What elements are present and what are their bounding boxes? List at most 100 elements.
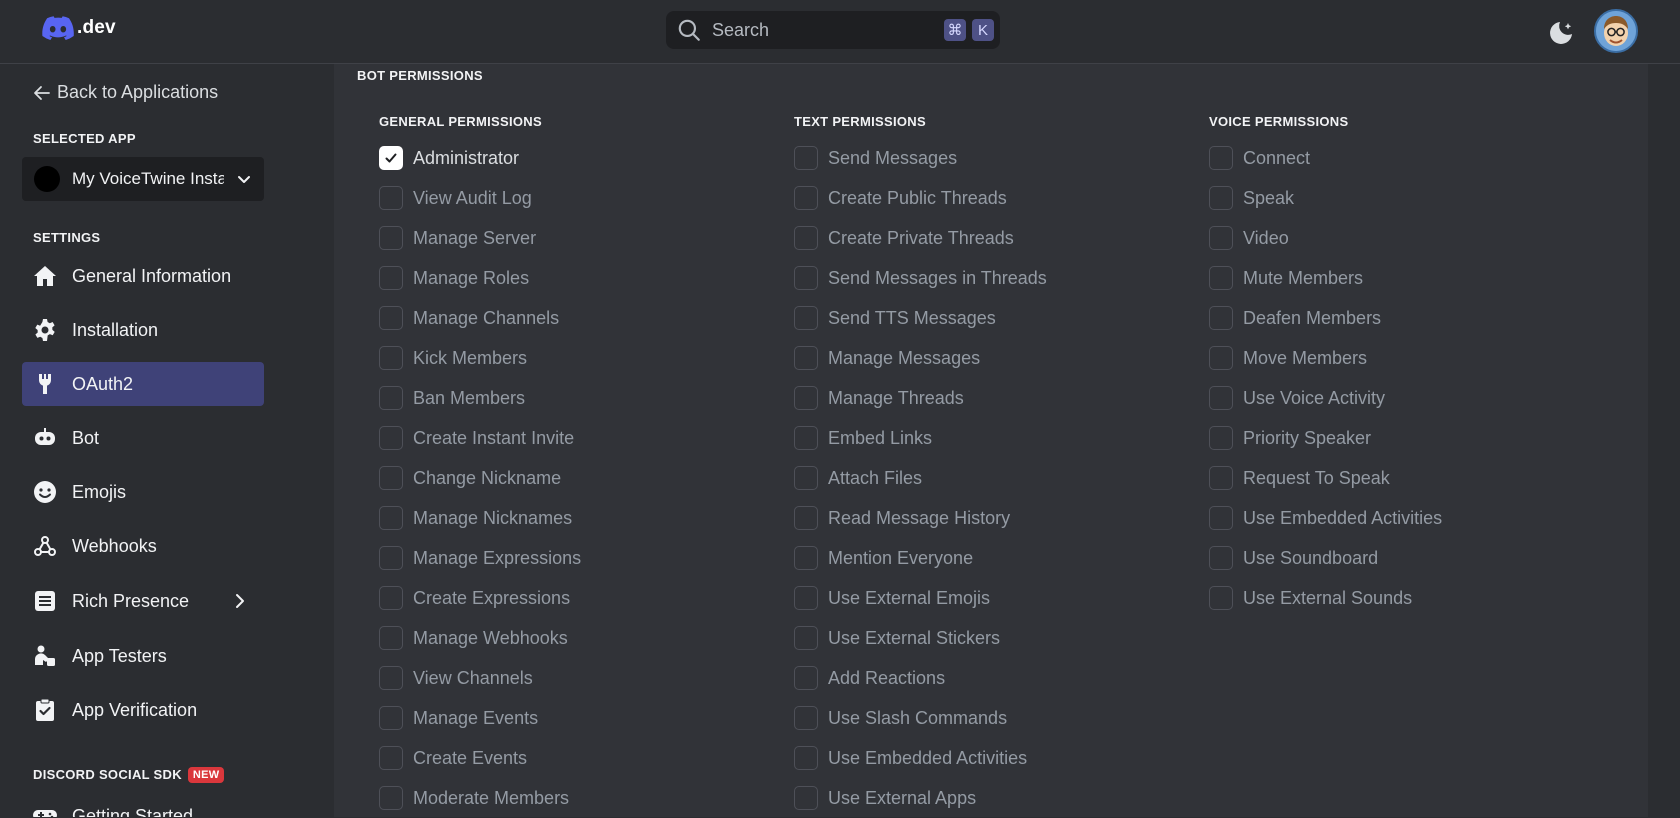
permission-checkbox[interactable] (379, 626, 403, 650)
permission-create-expressions[interactable]: Create Expressions (379, 578, 581, 618)
permission-checkbox[interactable] (794, 706, 818, 730)
permission-checkbox[interactable] (379, 346, 403, 370)
permission-checkbox[interactable] (379, 186, 403, 210)
permission-checkbox[interactable] (1209, 386, 1233, 410)
permission-checkbox[interactable] (379, 146, 403, 170)
sidebar-item-app-verification[interactable]: App Verification (22, 688, 264, 732)
permission-mention-everyone[interactable]: Mention Everyone (794, 538, 1047, 578)
permission-checkbox[interactable] (1209, 266, 1233, 290)
permission-checkbox[interactable] (1209, 466, 1233, 490)
permission-checkbox[interactable] (379, 226, 403, 250)
sidebar-item-webhooks[interactable]: Webhooks (22, 524, 264, 568)
sidebar-item-oauth2[interactable]: OAuth2 (22, 362, 264, 406)
permission-request-to-speak[interactable]: Request To Speak (1209, 458, 1442, 498)
permission-use-external-sounds[interactable]: Use External Sounds (1209, 578, 1442, 618)
app-selector[interactable]: My VoiceTwine Insta (22, 157, 264, 201)
permission-connect[interactable]: Connect (1209, 138, 1442, 178)
permission-use-slash-commands[interactable]: Use Slash Commands (794, 698, 1047, 738)
sidebar-item-rich-presence[interactable]: Rich Presence (22, 579, 264, 623)
permission-checkbox[interactable] (794, 786, 818, 810)
search-input[interactable] (712, 11, 944, 49)
permission-embed-links[interactable]: Embed Links (794, 418, 1047, 458)
back-to-applications-link[interactable]: Back to Applications (33, 82, 218, 103)
permission-manage-messages[interactable]: Manage Messages (794, 338, 1047, 378)
permission-checkbox[interactable] (379, 306, 403, 330)
search-bar[interactable]: ⌘ K (666, 11, 1000, 49)
permission-checkbox[interactable] (794, 386, 818, 410)
permission-checkbox[interactable] (379, 706, 403, 730)
permission-deafen-members[interactable]: Deafen Members (1209, 298, 1442, 338)
permission-read-message-history[interactable]: Read Message History (794, 498, 1047, 538)
permission-checkbox[interactable] (794, 586, 818, 610)
permission-view-audit-log[interactable]: View Audit Log (379, 178, 581, 218)
permission-manage-expressions[interactable]: Manage Expressions (379, 538, 581, 578)
permission-checkbox[interactable] (1209, 346, 1233, 370)
permission-checkbox[interactable] (794, 346, 818, 370)
theme-toggle-button[interactable] (1546, 18, 1576, 53)
permission-ban-members[interactable]: Ban Members (379, 378, 581, 418)
permission-checkbox[interactable] (1209, 506, 1233, 530)
discord-dev-logo[interactable]: .dev (42, 16, 116, 40)
permission-send-messages-in-threads[interactable]: Send Messages in Threads (794, 258, 1047, 298)
permission-move-members[interactable]: Move Members (1209, 338, 1442, 378)
permission-kick-members[interactable]: Kick Members (379, 338, 581, 378)
permission-checkbox[interactable] (1209, 306, 1233, 330)
permission-checkbox[interactable] (1209, 226, 1233, 250)
permission-create-public-threads[interactable]: Create Public Threads (794, 178, 1047, 218)
permission-checkbox[interactable] (379, 506, 403, 530)
permission-checkbox[interactable] (379, 666, 403, 690)
sidebar-item-app-testers[interactable]: App Testers (22, 634, 264, 678)
permission-checkbox[interactable] (794, 666, 818, 690)
permission-video[interactable]: Video (1209, 218, 1442, 258)
sidebar-item-getting-started[interactable]: Getting Started (22, 794, 264, 817)
sidebar-item-bot[interactable]: Bot (22, 416, 264, 460)
sidebar-item-general-information[interactable]: General Information (22, 254, 264, 298)
permission-send-tts-messages[interactable]: Send TTS Messages (794, 298, 1047, 338)
permission-checkbox[interactable] (379, 266, 403, 290)
permission-manage-threads[interactable]: Manage Threads (794, 378, 1047, 418)
permission-checkbox[interactable] (379, 386, 403, 410)
permission-checkbox[interactable] (379, 586, 403, 610)
permission-create-events[interactable]: Create Events (379, 738, 581, 778)
permission-use-embedded-activities[interactable]: Use Embedded Activities (1209, 498, 1442, 538)
permission-checkbox[interactable] (379, 746, 403, 770)
permission-use-external-emojis[interactable]: Use External Emojis (794, 578, 1047, 618)
permission-moderate-members[interactable]: Moderate Members (379, 778, 581, 818)
permission-checkbox[interactable] (794, 266, 818, 290)
permission-attach-files[interactable]: Attach Files (794, 458, 1047, 498)
permission-checkbox[interactable] (794, 426, 818, 450)
permission-checkbox[interactable] (794, 746, 818, 770)
permission-view-channels[interactable]: View Channels (379, 658, 581, 698)
permission-mute-members[interactable]: Mute Members (1209, 258, 1442, 298)
permission-checkbox[interactable] (794, 146, 818, 170)
permission-add-reactions[interactable]: Add Reactions (794, 658, 1047, 698)
permission-manage-events[interactable]: Manage Events (379, 698, 581, 738)
permission-checkbox[interactable] (379, 546, 403, 570)
sidebar-item-emojis[interactable]: Emojis (22, 470, 264, 514)
permission-checkbox[interactable] (794, 506, 818, 530)
permission-manage-roles[interactable]: Manage Roles (379, 258, 581, 298)
permission-change-nickname[interactable]: Change Nickname (379, 458, 581, 498)
permission-use-soundboard[interactable]: Use Soundboard (1209, 538, 1442, 578)
permission-administrator[interactable]: Administrator (379, 138, 581, 178)
permission-checkbox[interactable] (794, 546, 818, 570)
permission-checkbox[interactable] (794, 466, 818, 490)
permission-checkbox[interactable] (379, 426, 403, 450)
sidebar-item-installation[interactable]: Installation (22, 308, 264, 352)
permission-manage-nicknames[interactable]: Manage Nicknames (379, 498, 581, 538)
permission-checkbox[interactable] (1209, 546, 1233, 570)
permission-manage-webhooks[interactable]: Manage Webhooks (379, 618, 581, 658)
permission-use-voice-activity[interactable]: Use Voice Activity (1209, 378, 1442, 418)
permission-checkbox[interactable] (379, 466, 403, 490)
permission-create-private-threads[interactable]: Create Private Threads (794, 218, 1047, 258)
permission-checkbox[interactable] (379, 786, 403, 810)
permission-use-embedded-activities[interactable]: Use Embedded Activities (794, 738, 1047, 778)
permission-checkbox[interactable] (794, 626, 818, 650)
permission-send-messages[interactable]: Send Messages (794, 138, 1047, 178)
permission-manage-channels[interactable]: Manage Channels (379, 298, 581, 338)
permission-checkbox[interactable] (1209, 146, 1233, 170)
avatar[interactable] (1594, 9, 1638, 53)
permission-checkbox[interactable] (1209, 586, 1233, 610)
permission-checkbox[interactable] (794, 186, 818, 210)
permission-manage-server[interactable]: Manage Server (379, 218, 581, 258)
